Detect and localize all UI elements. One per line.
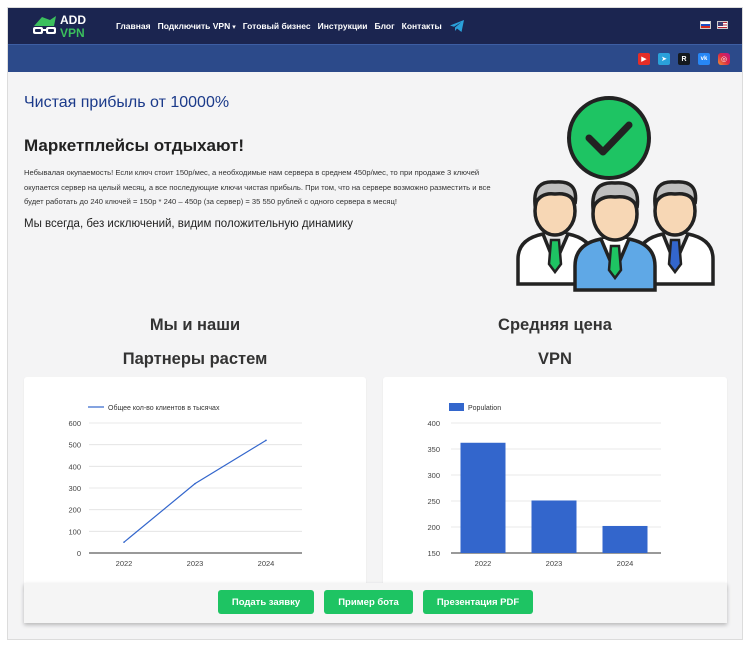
y-tick-label: 200 xyxy=(427,523,440,532)
partners-title-line-1: Мы и наши xyxy=(149,316,241,334)
price-chart-card: 150 200 250 300 350 400 2022 2023 2024 Population xyxy=(383,377,727,592)
x-tick-label: 2023 xyxy=(187,559,204,568)
legend-label: Общее кол-во клиентов в тысячах xyxy=(108,404,220,412)
data-point xyxy=(265,439,267,442)
top-navbar: ADD VPN Главная Подключить VPN ▾ Готовый … xyxy=(8,8,742,44)
y-tick-label: 0 xyxy=(77,549,81,558)
y-tick-label: 400 xyxy=(68,462,81,471)
telegram-icon[interactable] xyxy=(449,19,465,33)
hero-title: Чистая прибыль от 10000% xyxy=(24,94,230,111)
price-title-line-1: Средняя цена xyxy=(498,316,612,334)
language-switcher xyxy=(700,21,728,29)
hero-section: Чистая прибыль от 10000% Маркетплейсы от… xyxy=(24,94,504,230)
chevron-down-icon: ▾ xyxy=(232,24,236,31)
team-success-illustration xyxy=(516,96,715,292)
logo-text-top: ADD xyxy=(60,13,86,27)
bar xyxy=(602,525,648,553)
bar xyxy=(460,442,506,553)
bar xyxy=(531,500,577,553)
price-title-line-2: VPN xyxy=(538,350,572,368)
hero-heading: Маркетплейсы отдыхают! xyxy=(24,136,245,155)
price-bar-chart: 150 200 250 300 350 400 2022 2023 2024 Population xyxy=(427,403,661,568)
social-links: ▶ ➤ R vk ◎ xyxy=(638,53,730,65)
y-tick-label: 100 xyxy=(68,527,81,536)
y-tick-label: 300 xyxy=(68,484,81,493)
data-point xyxy=(123,541,125,543)
presentation-pdf-button[interactable]: Презентация PDF xyxy=(423,590,533,614)
bot-example-button[interactable]: Пример бота xyxy=(324,590,413,614)
nav-contacts[interactable]: Контакты xyxy=(402,21,442,31)
legend-swatch xyxy=(449,403,464,411)
y-tick-label: 150 xyxy=(427,549,440,558)
y-tick-label: 200 xyxy=(68,506,81,515)
nav-connect-vpn-label: Подключить VPN xyxy=(157,21,231,31)
logo-text-bottom: VPN xyxy=(60,26,85,40)
us-flag-icon[interactable] xyxy=(717,21,728,29)
apply-button[interactable]: Подать заявку xyxy=(218,590,314,614)
social-bar: ▶ ➤ R vk ◎ xyxy=(8,44,742,72)
legend-label: Population xyxy=(468,405,501,412)
ru-flag-icon[interactable] xyxy=(700,21,711,29)
clients-line-chart: 0 100 200 300 400 500 600 2022 2023 2024 Общее кол… xyxy=(68,404,302,568)
y-tick-label: 350 xyxy=(427,445,440,454)
x-tick-label: 2022 xyxy=(116,559,133,568)
logo[interactable]: ADD VPN xyxy=(30,14,94,40)
logo-glasses-icon xyxy=(33,16,56,34)
y-tick-label: 400 xyxy=(427,419,440,428)
rutube-icon[interactable]: R xyxy=(678,53,690,65)
action-bar: Подать заявку Пример бота Презентация PD… xyxy=(24,583,727,623)
youtube-icon[interactable]: ▶ xyxy=(638,53,650,65)
data-point xyxy=(194,482,196,485)
nav-instructions[interactable]: Инструкции xyxy=(318,21,368,31)
y-tick-label: 500 xyxy=(68,441,81,450)
y-tick-label: 600 xyxy=(68,419,81,428)
page-frame: ADD VPN Главная Подключить VPN ▾ Готовый … xyxy=(7,7,743,640)
telegram-icon[interactable]: ➤ xyxy=(658,53,670,65)
instagram-icon[interactable]: ◎ xyxy=(718,53,730,65)
nav-home[interactable]: Главная xyxy=(116,21,151,31)
x-tick-label: 2022 xyxy=(475,559,492,568)
vk-icon[interactable]: vk xyxy=(698,53,710,65)
nav-ready-business[interactable]: Готовый бизнес xyxy=(243,21,311,31)
x-tick-label: 2024 xyxy=(617,559,634,568)
nav-connect-vpn[interactable]: Подключить VPN ▾ xyxy=(158,21,236,31)
x-tick-label: 2023 xyxy=(546,559,563,568)
clients-chart-card: 0 100 200 300 400 500 600 2022 2023 2024 Общее кол… xyxy=(24,377,366,592)
partners-section-title: Мы и наши Партнеры растем xyxy=(24,312,366,372)
main-nav: Главная Подключить VPN ▾ Готовый бизнес И… xyxy=(116,8,465,44)
hero-subtext: Мы всегда, без исключений, видим положит… xyxy=(24,217,354,230)
series-line xyxy=(123,439,267,543)
y-tick-label: 300 xyxy=(427,471,440,480)
y-tick-label: 250 xyxy=(427,497,440,506)
partners-title-line-2: Партнеры растем xyxy=(122,350,268,368)
price-section-title: Средняя цена VPN xyxy=(383,312,727,372)
hero-paragraph: Небывалая окупаемость! Если ключ стоит 1… xyxy=(24,168,491,206)
x-tick-label: 2024 xyxy=(258,559,275,568)
nav-blog[interactable]: Блог xyxy=(375,21,395,31)
